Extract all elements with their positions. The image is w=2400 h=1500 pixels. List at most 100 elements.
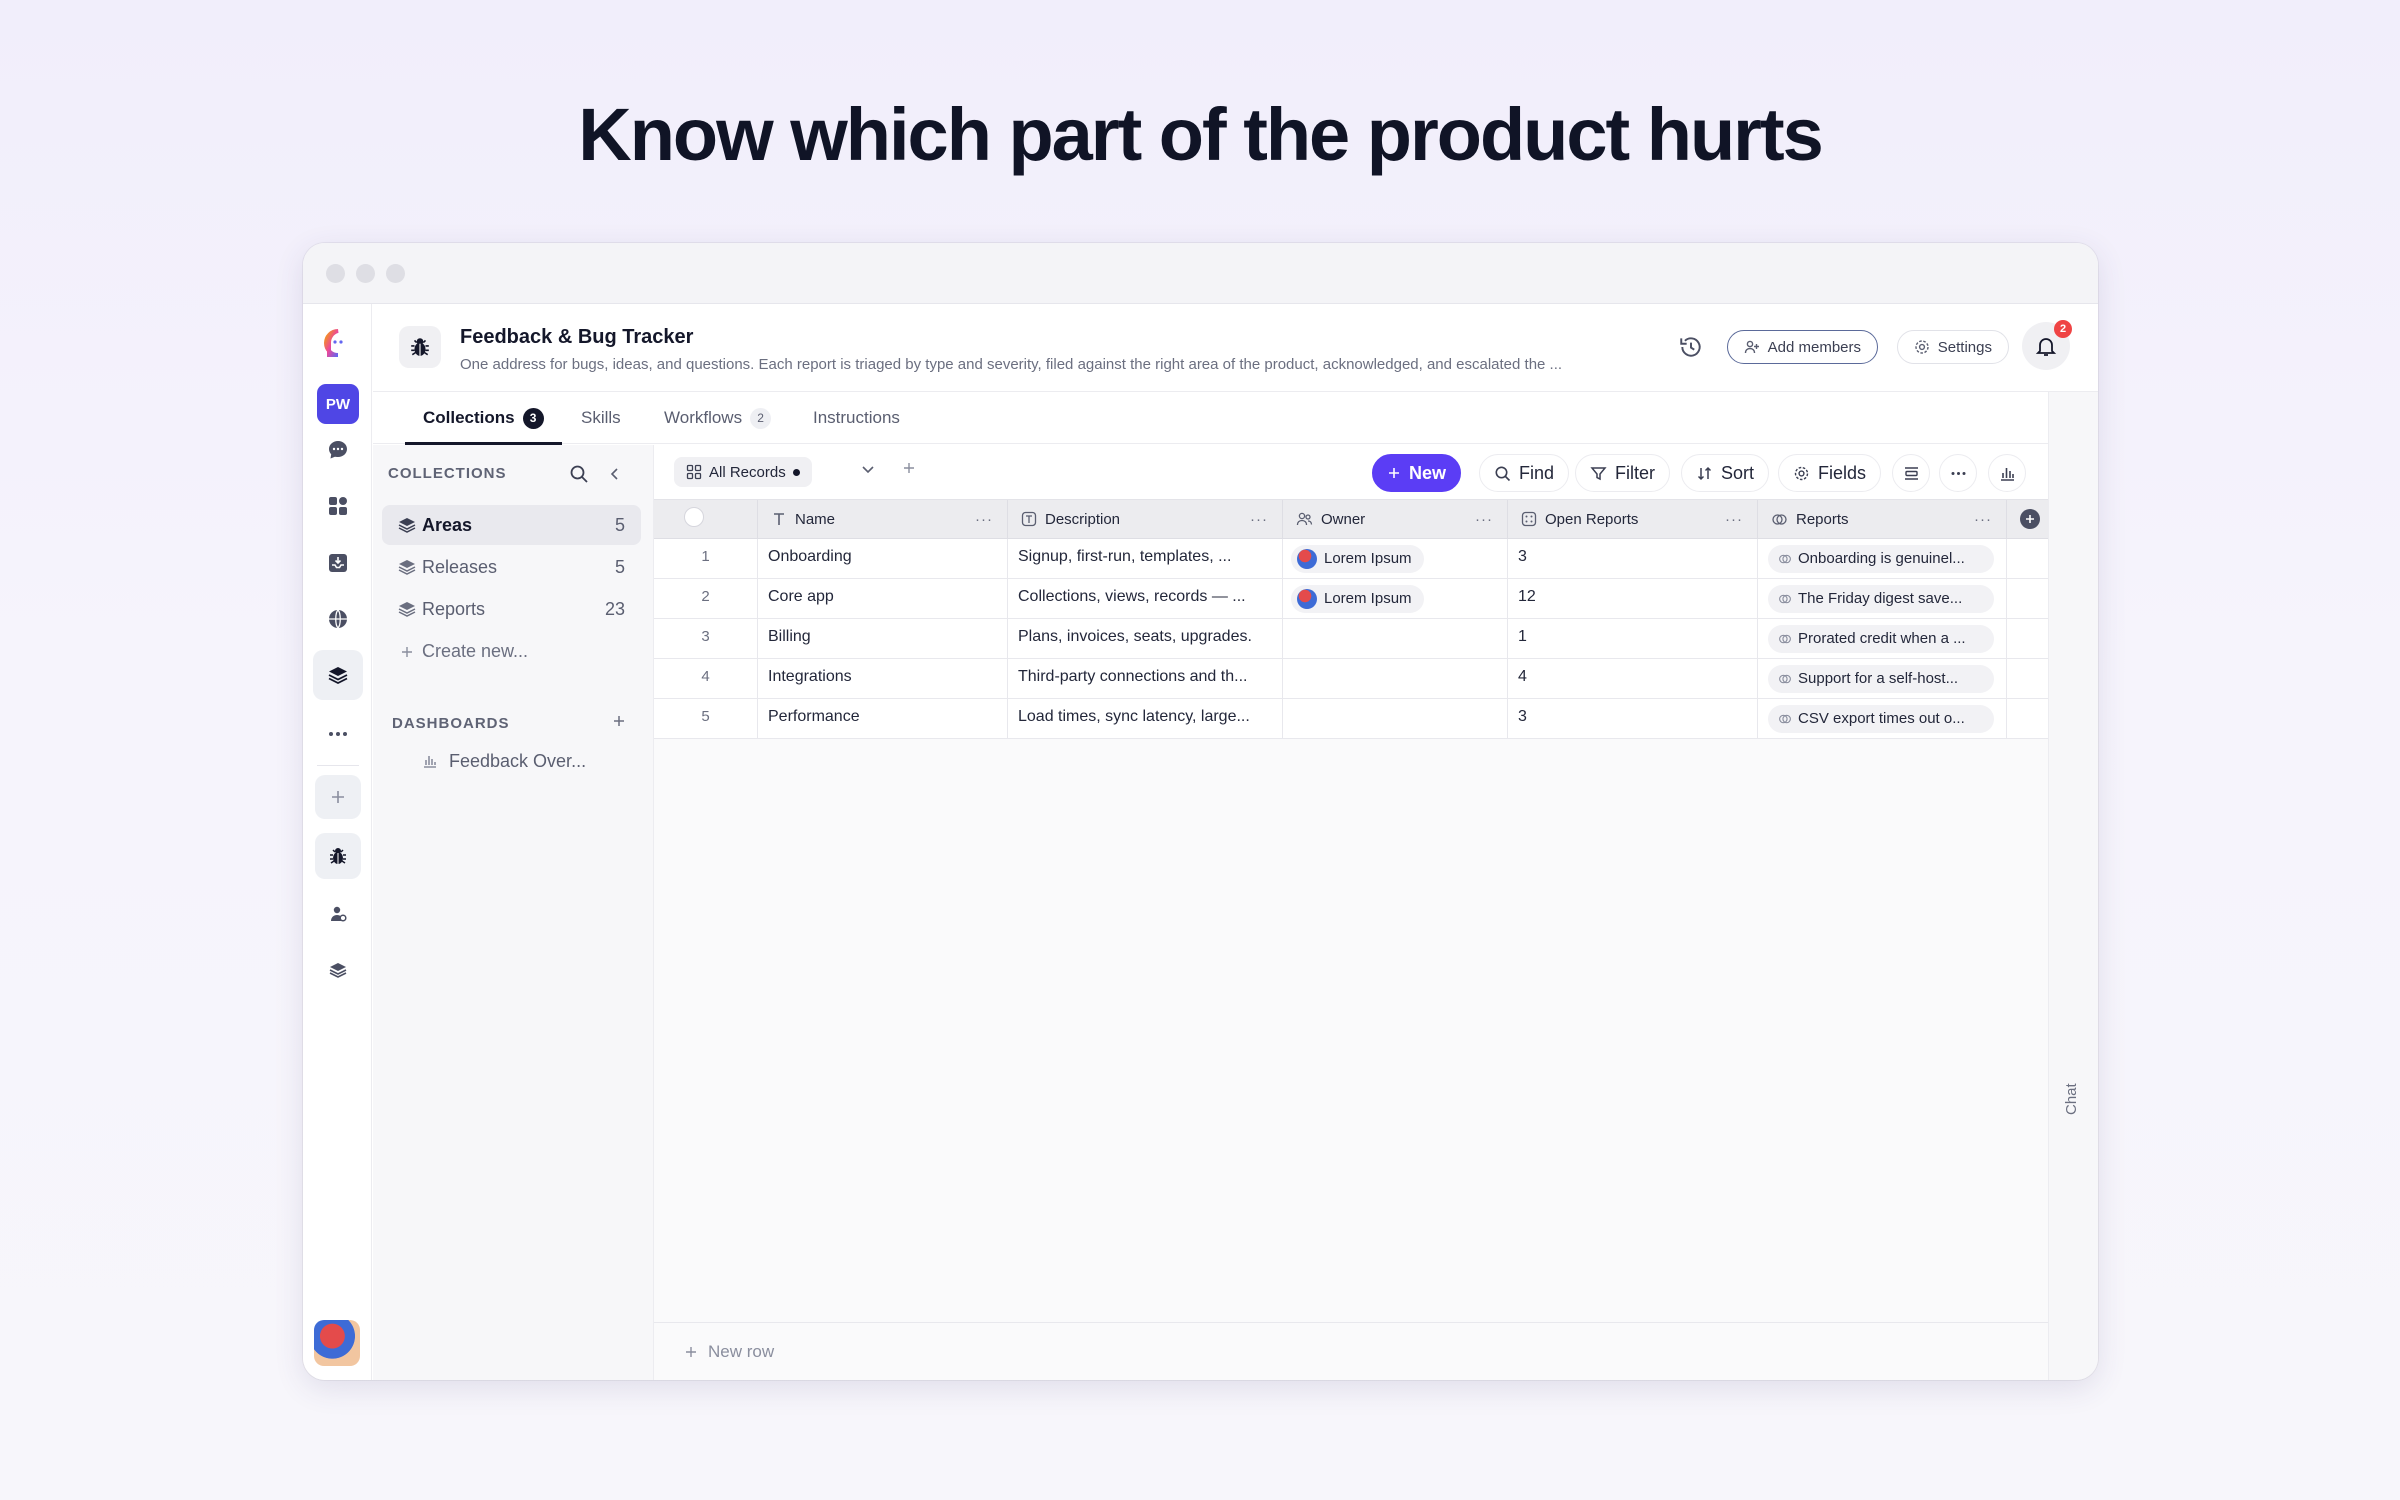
- create-new-collection[interactable]: Create new...: [382, 631, 641, 671]
- column-menu-icon[interactable]: ···: [1250, 511, 1268, 528]
- new-row-button[interactable]: New row: [654, 1322, 2048, 1380]
- table-row[interactable]: 1 Onboarding Signup, first-run, template…: [654, 539, 2048, 579]
- history-icon[interactable]: [1678, 334, 1706, 362]
- table-row[interactable]: 2 Core app Collections, views, records —…: [654, 579, 2048, 619]
- agent-icon[interactable]: [313, 889, 363, 939]
- collection-item-releases[interactable]: Releases 5: [382, 547, 641, 587]
- column-menu-icon[interactable]: ···: [1725, 511, 1743, 528]
- table-row[interactable]: 3 Billing Plans, invoices, seats, upgrad…: [654, 619, 2048, 659]
- longtext-icon: [1021, 511, 1037, 527]
- reports-cell[interactable]: Onboarding is genuinel...: [1758, 539, 2007, 578]
- add-column-button[interactable]: [2007, 500, 2053, 538]
- reports-cell[interactable]: CSV export times out o...: [1758, 699, 2007, 738]
- open-reports-cell[interactable]: 3: [1508, 539, 1758, 578]
- user-avatar[interactable]: [314, 1320, 360, 1366]
- reports-cell[interactable]: Support for a self-host...: [1758, 659, 2007, 698]
- report-link-chip[interactable]: CSV export times out o...: [1768, 704, 1994, 733]
- gear-icon: [1794, 466, 1809, 480]
- column-menu-icon[interactable]: ···: [975, 511, 993, 528]
- records-view: All Records New Find Filter Sort Fields …: [654, 445, 2048, 1380]
- globe-icon[interactable]: [313, 594, 363, 644]
- open-reports-cell[interactable]: 4: [1508, 659, 1758, 698]
- add-members-button[interactable]: Add members: [1726, 330, 1878, 364]
- filter-button[interactable]: Filter: [1575, 454, 1670, 492]
- window-zoom-dot[interactable]: [386, 263, 405, 283]
- window-minimize-dot[interactable]: [356, 263, 375, 283]
- notifications-button[interactable]: 2: [2022, 320, 2072, 370]
- column-header-reports[interactable]: Reports ···: [1758, 500, 2007, 538]
- column-header-owner[interactable]: Owner ···: [1283, 500, 1508, 538]
- add-view-icon[interactable]: [902, 461, 916, 480]
- more-icon[interactable]: [313, 709, 363, 759]
- report-link-chip[interactable]: Prorated credit when a ...: [1768, 624, 1994, 653]
- chat-sidebar-toggle[interactable]: Chat: [2048, 392, 2098, 1380]
- select-all-checkbox[interactable]: [683, 507, 704, 527]
- name-cell[interactable]: Core app: [758, 579, 1008, 618]
- description-cell[interactable]: Third-party connections and th...: [1008, 659, 1283, 698]
- owner-chip[interactable]: Lorem Ipsum: [1291, 544, 1424, 573]
- add-dashboard-icon[interactable]: [612, 714, 626, 733]
- chevron-down-icon[interactable]: [860, 461, 876, 482]
- collection-item-reports[interactable]: Reports 23: [382, 589, 641, 629]
- owner-chip[interactable]: Lorem Ipsum: [1291, 584, 1424, 613]
- sort-button[interactable]: Sort: [1681, 454, 1770, 492]
- column-header-name[interactable]: Name ···: [758, 500, 1008, 538]
- chat-icon[interactable]: [313, 425, 363, 475]
- settings-button[interactable]: Settings: [1896, 330, 2009, 364]
- column-menu-icon[interactable]: ···: [1475, 511, 1493, 528]
- description-cell[interactable]: Collections, views, records — ...: [1008, 579, 1283, 618]
- open-reports-cell[interactable]: 12: [1508, 579, 1758, 618]
- column-header-open-reports[interactable]: Open Reports ···: [1508, 500, 1758, 538]
- tab-collections[interactable]: Collections 3: [405, 392, 562, 445]
- report-link-chip[interactable]: Onboarding is genuinel...: [1768, 544, 1994, 573]
- apps-icon[interactable]: [313, 481, 363, 531]
- stack-icon[interactable]: [313, 945, 363, 995]
- open-reports-cell[interactable]: 1: [1508, 619, 1758, 658]
- name-cell[interactable]: Onboarding: [758, 539, 1008, 578]
- description-cell[interactable]: Signup, first-run, templates, ...: [1008, 539, 1283, 578]
- column-menu-icon[interactable]: ···: [1974, 511, 1992, 528]
- view-selector[interactable]: All Records: [674, 457, 812, 487]
- new-record-button[interactable]: New: [1372, 454, 1462, 492]
- table-row[interactable]: 4 Integrations Third-party connections a…: [654, 659, 2048, 699]
- plus-icon[interactable]: [315, 775, 361, 819]
- name-cell[interactable]: Billing: [758, 619, 1008, 658]
- collapse-panel-icon[interactable]: [607, 465, 623, 488]
- name-cell[interactable]: Performance: [758, 699, 1008, 738]
- inbox-icon[interactable]: [313, 538, 363, 588]
- owner-cell[interactable]: Lorem Ipsum: [1283, 579, 1508, 618]
- search-icon[interactable]: [569, 464, 589, 489]
- workspace-badge[interactable]: PW: [317, 384, 359, 424]
- find-button[interactable]: Find: [1479, 454, 1570, 492]
- window-close-dot[interactable]: [326, 263, 345, 283]
- open-reports-cell[interactable]: 3: [1508, 699, 1758, 738]
- fields-button[interactable]: Fields: [1778, 454, 1882, 492]
- chat-label: Chat: [2063, 1083, 2080, 1115]
- dashboard-item[interactable]: Feedback Over...: [382, 741, 641, 781]
- description-cell[interactable]: Load times, sync latency, large...: [1008, 699, 1283, 738]
- description-cell[interactable]: Plans, invoices, seats, upgrades.: [1008, 619, 1283, 658]
- report-link-chip[interactable]: Support for a self-host...: [1768, 664, 1994, 693]
- collection-item-areas[interactable]: Areas 5: [382, 505, 641, 545]
- logo-icon[interactable]: [313, 318, 363, 368]
- bug-icon[interactable]: [315, 833, 361, 879]
- name-cell[interactable]: Integrations: [758, 659, 1008, 698]
- owner-cell[interactable]: [1283, 659, 1508, 698]
- reports-cell[interactable]: The Friday digest save...: [1758, 579, 2007, 618]
- owner-cell[interactable]: Lorem Ipsum: [1283, 539, 1508, 578]
- layers-icon[interactable]: [313, 650, 363, 700]
- table-row[interactable]: 5 Performance Load times, sync latency, …: [654, 699, 2048, 739]
- chart-view-button[interactable]: [1988, 454, 2026, 492]
- add-members-label: Add members: [1767, 338, 1861, 356]
- reports-cell[interactable]: Prorated credit when a ...: [1758, 619, 2007, 658]
- dashboard-label: Feedback Over...: [449, 750, 587, 771]
- tab-skills[interactable]: Skills: [581, 392, 621, 444]
- owner-cell[interactable]: [1283, 619, 1508, 658]
- owner-cell[interactable]: [1283, 699, 1508, 738]
- tab-workflows[interactable]: Workflows 2: [664, 392, 772, 444]
- column-header-description[interactable]: Description ···: [1008, 500, 1283, 538]
- report-link-chip[interactable]: The Friday digest save...: [1768, 584, 1994, 613]
- row-height-button[interactable]: [1892, 454, 1930, 492]
- more-options-button[interactable]: [1939, 454, 1977, 492]
- tab-instructions[interactable]: Instructions: [813, 392, 900, 444]
